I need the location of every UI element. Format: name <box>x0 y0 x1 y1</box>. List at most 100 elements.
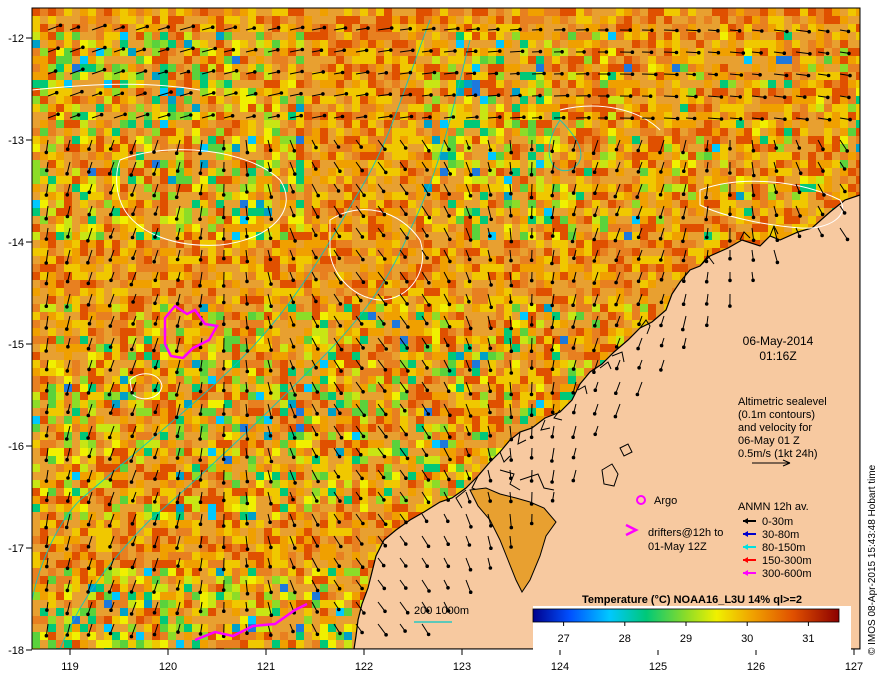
sst-cell <box>320 472 328 480</box>
sst-cell <box>368 408 376 416</box>
sst-cell <box>120 352 128 360</box>
sst-cell <box>184 424 192 432</box>
sst-cell <box>512 272 520 280</box>
sst-cell <box>368 96 376 104</box>
sst-cell <box>384 16 392 24</box>
sst-cell <box>376 464 384 472</box>
sst-cell <box>600 32 608 40</box>
sst-cell <box>272 272 280 280</box>
sst-cell <box>376 128 384 136</box>
sst-cell <box>576 128 584 136</box>
sst-cell <box>712 32 720 40</box>
sst-cell <box>128 64 136 72</box>
sst-cell <box>344 352 352 360</box>
sst-cell <box>688 16 696 24</box>
sst-cell <box>320 128 328 136</box>
sst-cell <box>296 424 304 432</box>
sst-cell <box>632 160 640 168</box>
sst-cell <box>336 488 344 496</box>
sst-cell <box>392 368 400 376</box>
sst-cell <box>32 136 40 144</box>
sst-cell <box>720 200 728 208</box>
sst-cell <box>568 376 576 384</box>
sst-cell <box>272 432 280 440</box>
sst-cell <box>368 208 376 216</box>
sst-cell <box>768 24 776 32</box>
sst-cell <box>368 32 376 40</box>
sst-cell <box>32 8 40 16</box>
sst-cell <box>704 16 712 24</box>
sst-cell <box>184 448 192 456</box>
sst-cell <box>440 88 448 96</box>
sst-cell <box>472 208 480 216</box>
sst-cell <box>104 16 112 24</box>
sst-cell <box>160 264 168 272</box>
sst-cell <box>360 416 368 424</box>
sst-cell <box>272 512 280 520</box>
sst-cell <box>64 176 72 184</box>
sst-cell <box>408 128 416 136</box>
sst-cell <box>96 40 104 48</box>
sst-cell <box>456 240 464 248</box>
sst-cell <box>216 8 224 16</box>
sst-cell <box>216 128 224 136</box>
sst-cell <box>528 112 536 120</box>
sst-cell <box>616 88 624 96</box>
sst-cell <box>360 424 368 432</box>
sst-cell <box>560 32 568 40</box>
sst-cell <box>840 136 848 144</box>
sst-cell <box>536 384 544 392</box>
sst-cell <box>216 272 224 280</box>
sst-cell <box>160 168 168 176</box>
sst-cell <box>456 472 464 480</box>
sst-cell <box>216 400 224 408</box>
sst-cell <box>304 80 312 88</box>
sst-cell <box>528 264 536 272</box>
sst-cell <box>192 240 200 248</box>
sst-cell <box>168 104 176 112</box>
sst-cell <box>168 96 176 104</box>
sst-cell <box>32 496 40 504</box>
sst-cell <box>320 304 328 312</box>
sst-cell <box>184 296 192 304</box>
sst-cell <box>192 416 200 424</box>
sst-cell <box>208 304 216 312</box>
sst-cell <box>80 144 88 152</box>
sst-cell <box>288 224 296 232</box>
sst-cell <box>560 56 568 64</box>
sst-cell <box>376 376 384 384</box>
sst-cell <box>528 352 536 360</box>
sst-cell <box>320 456 328 464</box>
sst-cell <box>152 96 160 104</box>
sst-cell <box>536 136 544 144</box>
sst-cell <box>640 176 648 184</box>
sst-cell <box>312 112 320 120</box>
sst-cell <box>80 160 88 168</box>
sst-cell <box>256 192 264 200</box>
sst-cell <box>456 104 464 112</box>
sst-cell <box>232 160 240 168</box>
sst-cell <box>584 160 592 168</box>
sst-cell <box>688 8 696 16</box>
sst-cell <box>184 8 192 16</box>
sst-cell <box>232 488 240 496</box>
sst-cell <box>768 200 776 208</box>
sst-cell <box>840 152 848 160</box>
sst-cell <box>48 256 56 264</box>
sst-cell <box>304 240 312 248</box>
sst-cell <box>632 136 640 144</box>
sst-cell <box>112 344 120 352</box>
sst-cell <box>304 256 312 264</box>
sst-cell <box>400 40 408 48</box>
sst-cell <box>152 104 160 112</box>
sst-cell <box>376 104 384 112</box>
sst-cell <box>224 336 232 344</box>
sst-cell <box>544 280 552 288</box>
sst-cell <box>56 32 64 40</box>
sst-cell <box>256 40 264 48</box>
sst-cell <box>840 88 848 96</box>
sst-cell <box>248 248 256 256</box>
sst-cell <box>320 264 328 272</box>
sst-cell <box>496 376 504 384</box>
sst-cell <box>384 512 392 520</box>
